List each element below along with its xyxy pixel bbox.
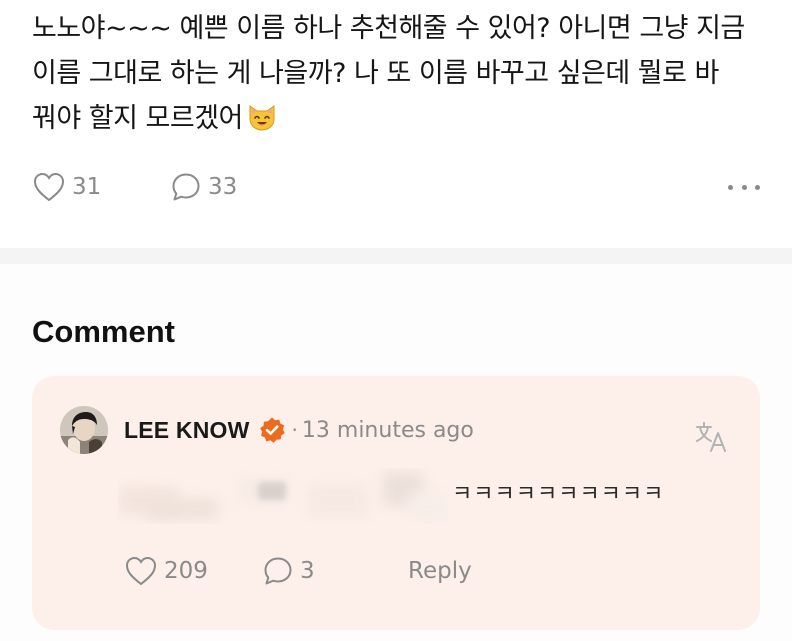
post-comment-button[interactable]: 33 — [170, 168, 237, 206]
comment-actions: 209 3 Reply — [124, 552, 524, 590]
post-text-line-2: 이름 그대로 하는 게 나을까? 나 또 이름 바꾸고 싶은데 뭘로 바 — [32, 58, 719, 89]
comment-section: Comment LEE KNOW · 13 minutes ago ㅋㅋㅋㅋㅋㅋ… — [0, 264, 792, 641]
comment-card: LEE KNOW · 13 minutes ago ㅋㅋㅋㅋㅋㅋㅋㅋㅋㅋ 209… — [32, 376, 760, 630]
heart-icon — [33, 172, 65, 202]
translate-icon[interactable] — [694, 420, 728, 454]
reply-button[interactable]: Reply — [408, 552, 472, 590]
meta-separator: · — [291, 418, 298, 442]
comment-reply-count: 3 — [300, 558, 315, 584]
comment-text: ㅋㅋㅋㅋㅋㅋㅋㅋㅋㅋ — [452, 482, 665, 507]
comment-bubble-icon — [172, 173, 200, 201]
more-dot — [755, 184, 760, 190]
comment-reply-count-button[interactable]: 3 — [262, 552, 315, 590]
post-body: 노노야~~~ 예쁜 이름 하나 추천해줄 수 있어? 아니면 그냥 지금 이름 … — [32, 6, 772, 141]
avatar-image — [60, 406, 108, 454]
avatar[interactable] — [60, 406, 108, 454]
comment-timestamp: 13 minutes ago — [301, 417, 474, 443]
comment-heading: Comment — [32, 314, 175, 349]
comment-bubble-icon — [264, 557, 292, 585]
post-actions: 31 33 — [32, 168, 760, 206]
post-text-line-3: 꿔야 할지 모르겠어 — [32, 103, 243, 134]
comment-like-count: 209 — [164, 558, 208, 584]
section-divider — [0, 248, 792, 264]
comment-author-line: LEE KNOW · 13 minutes ago — [124, 412, 474, 448]
post-text-line-1: 노노야~~~ 예쁜 이름 하나 추천해줄 수 있어? 아니면 그냥 지금 — [32, 13, 745, 44]
verified-badge-icon — [259, 417, 285, 443]
more-dot — [741, 184, 747, 190]
cat-face-emoji — [249, 105, 275, 131]
post-like-count: 31 — [72, 174, 102, 200]
heart-icon — [125, 556, 157, 586]
author-name[interactable]: LEE KNOW — [124, 417, 250, 444]
more-dot — [728, 184, 733, 190]
post-comment-count: 33 — [208, 174, 238, 200]
post-like-button[interactable]: 31 — [32, 168, 101, 206]
post: 노노야~~~ 예쁜 이름 하나 추천해줄 수 있어? 아니면 그냥 지금 이름 … — [0, 0, 792, 248]
blurred-comment-text — [118, 468, 448, 524]
page: 노노야~~~ 예쁜 이름 하나 추천해줄 수 있어? 아니면 그냥 지금 이름 … — [0, 0, 792, 641]
comment-like-button[interactable]: 209 — [124, 552, 208, 590]
more-options-icon[interactable] — [728, 182, 760, 192]
